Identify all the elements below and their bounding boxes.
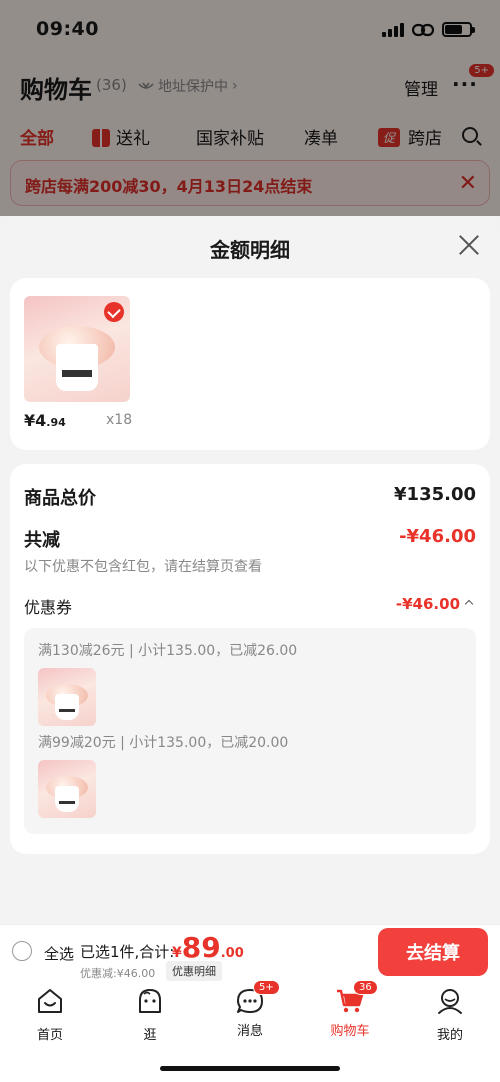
tab-home-label: 首页: [36, 1028, 63, 1043]
tab-explore[interactable]: 逛: [110, 986, 190, 1043]
tab-messages[interactable]: 5+ 消息: [210, 980, 290, 1039]
home-indicator: [160, 1066, 340, 1071]
close-icon[interactable]: [456, 232, 482, 258]
discount-detail-link[interactable]: 优惠明细: [166, 961, 222, 981]
explore-icon: [139, 989, 161, 1013]
amount-detail-sheet: 金额明细 ¥4.94 x18 商品总价 ¥135.00 共减 -¥46.00 以…: [0, 216, 500, 924]
select-all-label[interactable]: 全选: [44, 943, 74, 964]
coupon-rule: 满130减26元 | 小计135.00，已减26.00: [38, 643, 298, 659]
profile-icon: [438, 989, 462, 1014]
checkout-bar: 全选 已选1件,合计: ¥89.00 优惠减:¥46.00 优惠明细 去结算: [0, 924, 500, 982]
coupon-list: 满130减26元 | 小计135.00，已减26.00 满99减20元 | 小计…: [24, 628, 476, 834]
tab-cart[interactable]: 36 购物车: [310, 980, 390, 1039]
coupon-label: 优惠券: [24, 598, 73, 617]
product-card: ¥4.94 x18: [10, 278, 490, 450]
check-icon: [104, 302, 124, 322]
selected-summary: 已选1件,合计:: [80, 943, 175, 961]
tab-home[interactable]: 首页: [10, 986, 90, 1043]
cart-badge: 36: [353, 980, 378, 995]
sheet-title: 金额明细: [210, 238, 290, 262]
message-badge: 5+: [253, 980, 280, 995]
discount-text: 优惠减:¥46.00: [80, 967, 156, 980]
coupon-rule: 满99减20元 | 小计135.00，已减20.00: [38, 735, 289, 751]
tab-profile-label: 我的: [436, 1028, 463, 1043]
total-label: 商品总价: [24, 488, 96, 509]
reduce-value: -¥46.00: [399, 526, 476, 547]
tab-explore-label: 逛: [143, 1028, 157, 1043]
tab-profile[interactable]: 我的: [410, 986, 490, 1043]
coupon-value: -¥46.00: [395, 595, 460, 613]
coupon-toggle[interactable]: -¥46.00: [395, 595, 474, 613]
quantity: x18: [106, 412, 133, 428]
tab-cart-label: 购物车: [330, 1024, 370, 1039]
chevron-up-icon: [464, 599, 474, 609]
coupon-product-image: [38, 760, 96, 818]
select-all-radio[interactable]: [12, 941, 32, 961]
price-detail-card: 商品总价 ¥135.00 共减 -¥46.00 以下优惠不包含红包，请在结算页查…: [10, 464, 490, 854]
unit-price: ¥4.94: [24, 411, 66, 430]
product-image[interactable]: [24, 296, 130, 402]
total-value: ¥135.00: [394, 484, 476, 505]
total-price: ¥89.00: [172, 931, 244, 964]
coupon-product-image: [38, 668, 96, 726]
tab-messages-label: 消息: [236, 1024, 263, 1039]
reduce-label: 共减: [24, 530, 60, 551]
home-icon: [38, 989, 62, 1013]
checkout-button[interactable]: 去结算: [378, 928, 488, 976]
dim-overlay[interactable]: [0, 0, 500, 216]
discount-note: 以下优惠不包含红包，请在结算页查看: [24, 559, 262, 575]
